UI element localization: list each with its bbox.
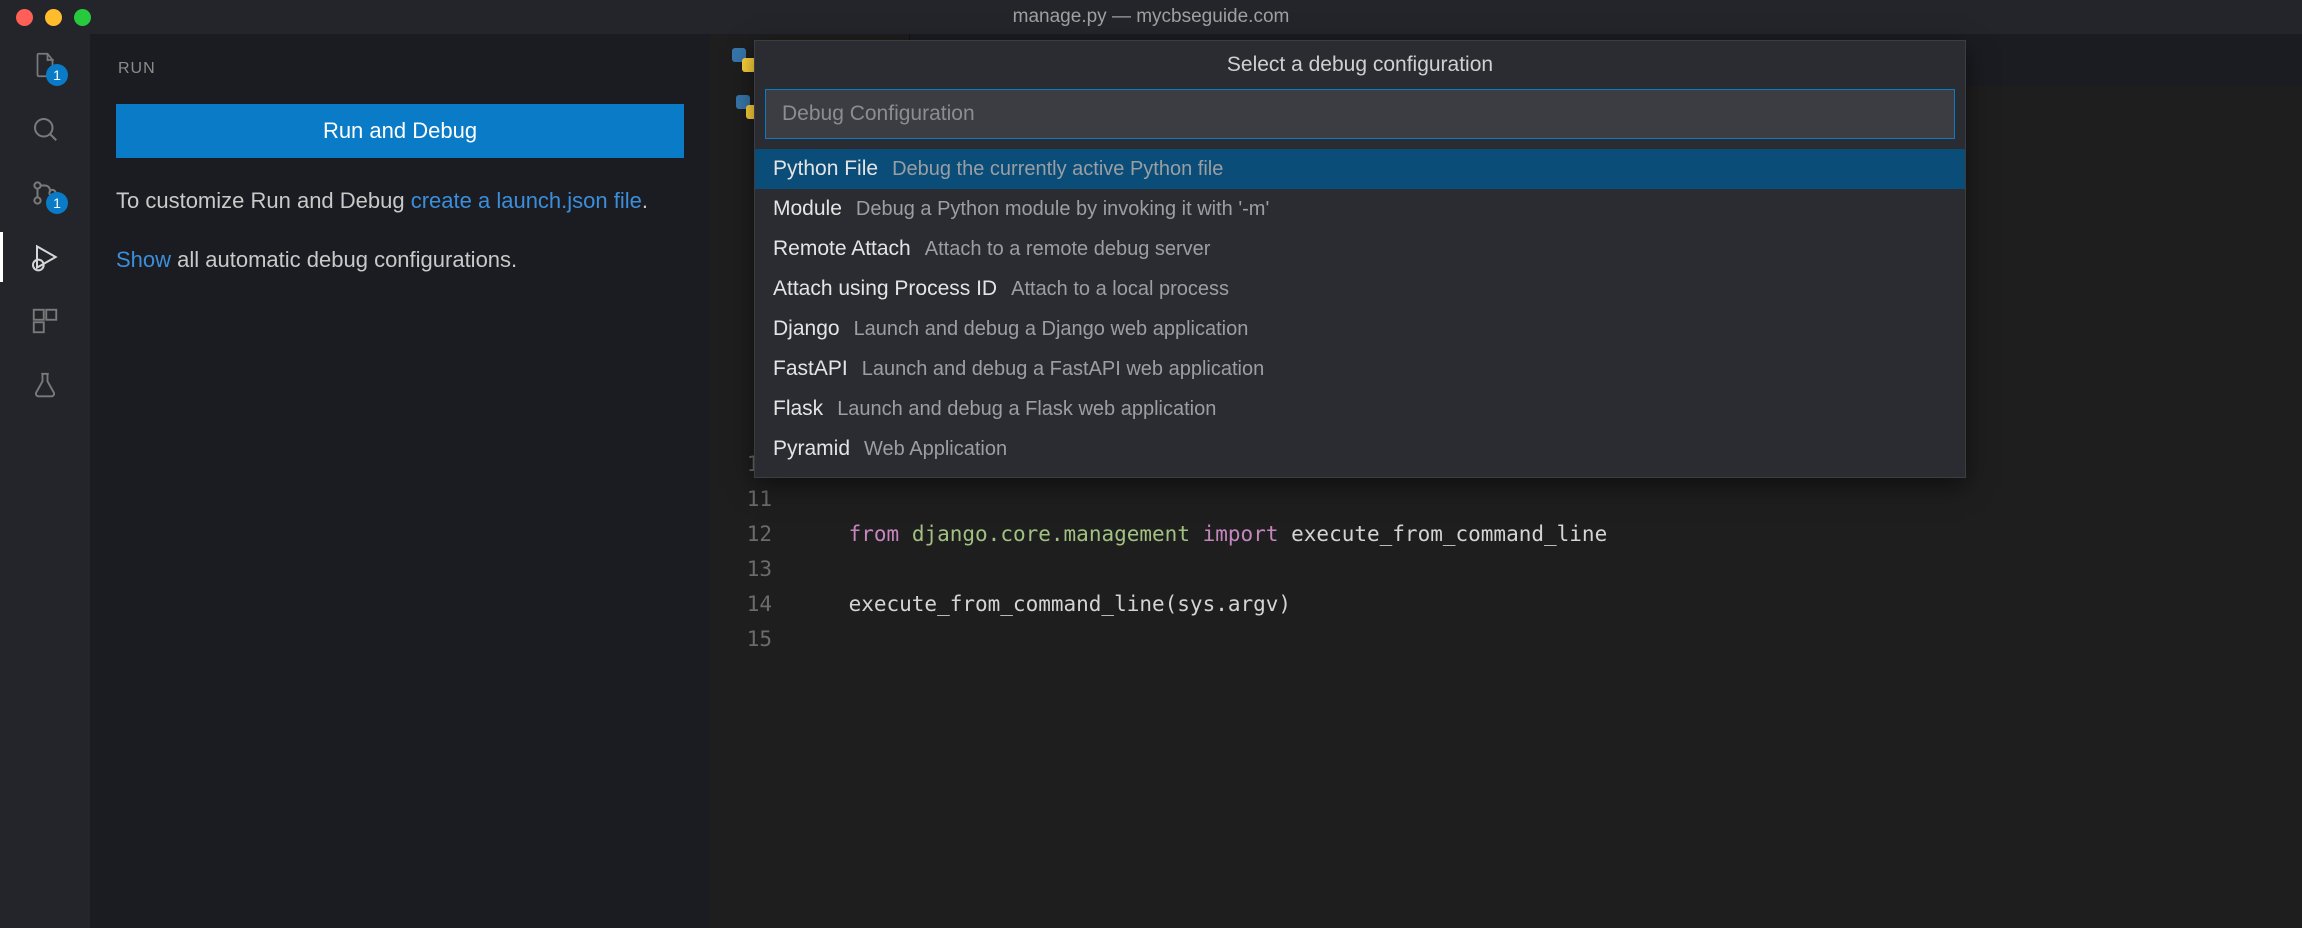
quickpick-item[interactable]: Python File Debug the currently active Py… (755, 149, 1965, 189)
run-sidebar: RUN Run and Debug To customize Run and D… (90, 34, 710, 928)
show-configs-text: Show all automatic debug configurations. (116, 243, 684, 276)
code-line[interactable] (798, 622, 2302, 657)
code-line[interactable]: from django.core.management import execu… (798, 517, 2302, 552)
quickpick-item-label: Python File (773, 157, 878, 181)
quickpick-item[interactable]: Remote Attach Attach to a remote debug se… (755, 229, 1965, 269)
scm-badge: 1 (46, 192, 68, 214)
show-configs-link[interactable]: Show (116, 247, 171, 272)
quickpick-input[interactable] (765, 89, 1955, 139)
extensions-icon[interactable] (28, 304, 62, 338)
quickpick-item-desc: Launch and debug a Django web applicatio… (854, 318, 1249, 341)
run-and-debug-button[interactable]: Run and Debug (116, 104, 684, 158)
customize-prefix: To customize Run and Debug (116, 188, 411, 213)
create-launch-json-link[interactable]: create a launch.json file (411, 188, 642, 213)
minimize-window-button[interactable] (45, 9, 62, 26)
window-controls (0, 9, 91, 26)
line-number: 14 (710, 587, 798, 622)
explorer-badge: 1 (46, 64, 68, 86)
quickpick-item-label: FastAPI (773, 357, 848, 381)
quickpick-title: Select a debug configuration (755, 41, 1965, 89)
line-number: 11 (710, 482, 798, 517)
activity-bar: 1 1 (0, 34, 90, 928)
python-file-icon (732, 48, 756, 72)
quickpick-item[interactable]: FastAPI Launch and debug a FastAPI web ap… (755, 349, 1965, 389)
maximize-window-button[interactable] (74, 9, 91, 26)
window-title: manage.py — mycbseguide.com (1013, 6, 1290, 28)
quickpick-item[interactable]: Pyramid Web Application (755, 429, 1965, 469)
run-debug-icon[interactable] (28, 240, 62, 274)
quickpick-item-label: Attach using Process ID (773, 277, 997, 301)
explorer-icon[interactable]: 1 (28, 48, 62, 82)
code-line[interactable] (798, 552, 2302, 587)
quickpick-item[interactable]: Django Launch and debug a Django web appl… (755, 309, 1965, 349)
line-number: 15 (710, 622, 798, 657)
close-window-button[interactable] (16, 9, 33, 26)
line-number: 12 (710, 517, 798, 552)
source-control-icon[interactable]: 1 (28, 176, 62, 210)
customize-text: To customize Run and Debug create a laun… (116, 184, 684, 217)
show-configs-suffix: all automatic debug configurations. (171, 247, 517, 272)
quickpick-item[interactable]: Flask Launch and debug a Flask web applic… (755, 389, 1965, 429)
quickpick-item-desc: Attach to a remote debug server (925, 238, 1211, 261)
quickpick-list: Python File Debug the currently active Py… (755, 149, 1965, 477)
code-line[interactable]: execute_from_command_line(sys.argv) (798, 587, 2302, 622)
quickpick-item-label: Module (773, 197, 842, 221)
quickpick-item-label: Remote Attach (773, 237, 911, 261)
quickpick-item[interactable]: Attach using Process ID Attach to a local… (755, 269, 1965, 309)
testing-icon[interactable] (28, 368, 62, 402)
titlebar: manage.py — mycbseguide.com (0, 0, 2302, 34)
quickpick-item[interactable]: Module Debug a Python module by invoking … (755, 189, 1965, 229)
quickpick-item-desc: Launch and debug a FastAPI web applicati… (862, 358, 1265, 381)
code-line[interactable] (798, 482, 2302, 517)
quickpick-item-label: Django (773, 317, 840, 341)
line-number: 13 (710, 552, 798, 587)
quickpick-item-desc: Debug the currently active Python file (892, 158, 1223, 181)
sidebar-title: RUN (90, 52, 710, 104)
customize-suffix: . (642, 188, 648, 213)
quickpick-item-label: Flask (773, 397, 823, 421)
quickpick-item-label: Pyramid (773, 437, 850, 461)
quickpick-item-desc: Web Application (864, 438, 1007, 461)
quickpick-item-desc: Attach to a local process (1011, 278, 1229, 301)
quickpick-item-desc: Debug a Python module by invoking it wit… (856, 198, 1269, 221)
quickpick-item-desc: Launch and debug a Flask web application (837, 398, 1216, 421)
search-icon[interactable] (28, 112, 62, 146)
debug-config-quickpick: Select a debug configuration Python File… (754, 40, 1966, 478)
